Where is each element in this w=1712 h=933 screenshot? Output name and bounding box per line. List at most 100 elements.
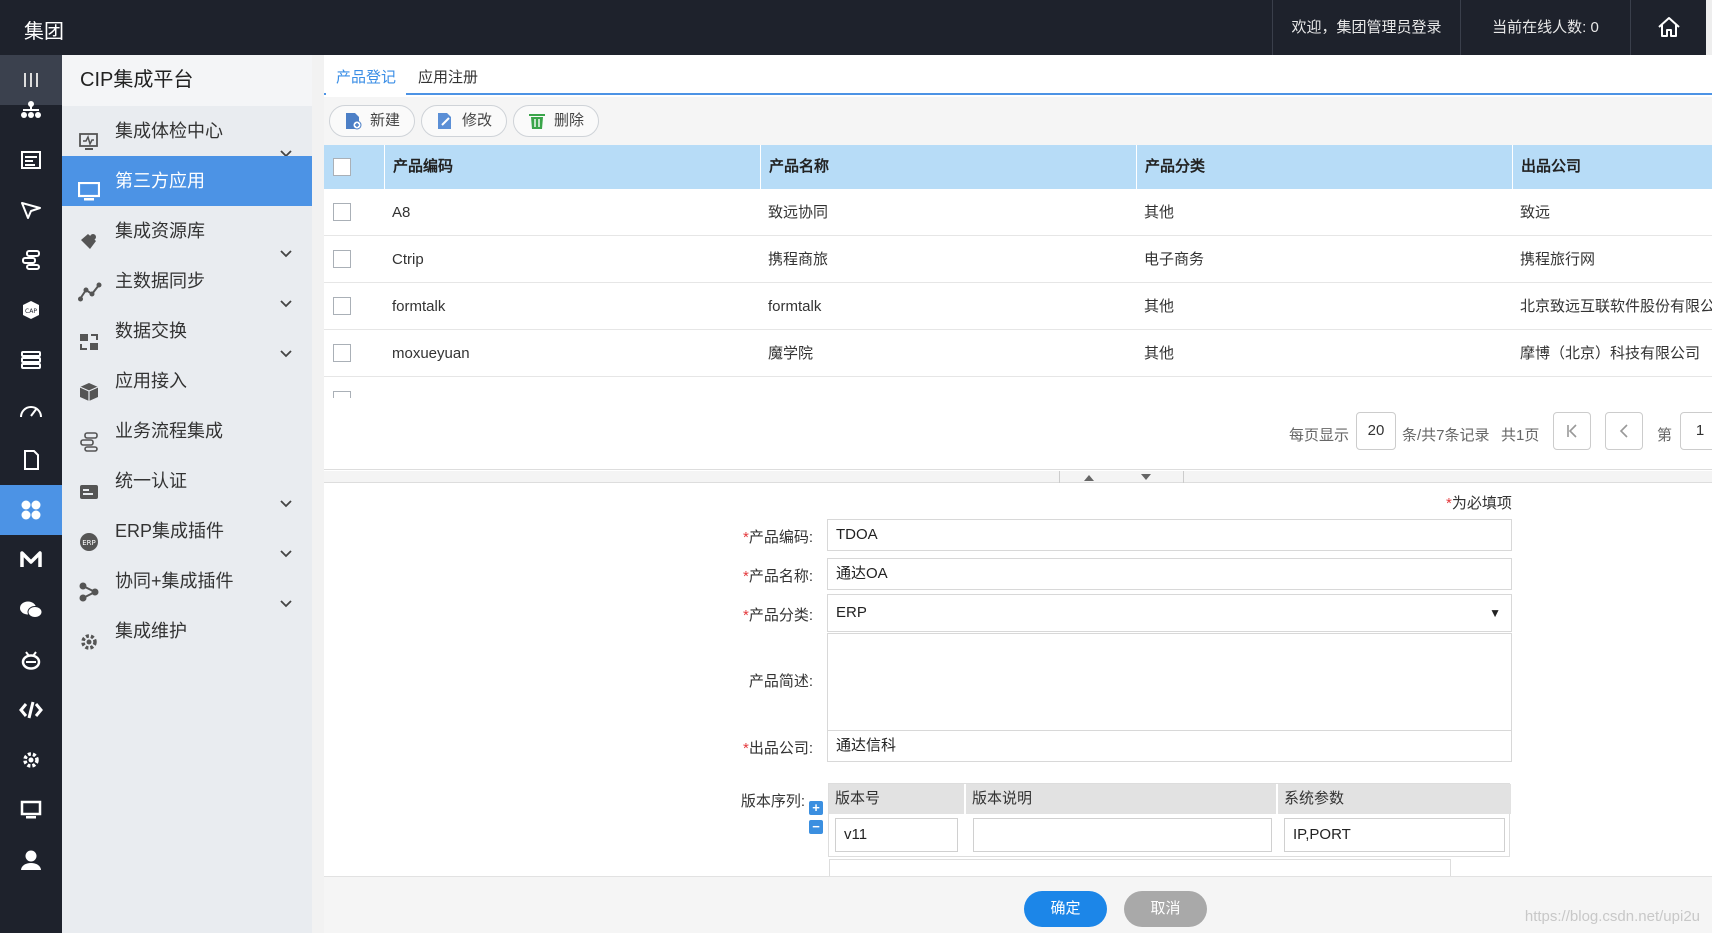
cell-company: 携程旅行网 (1520, 251, 1596, 268)
document-icon[interactable] (0, 435, 62, 485)
svg-text:CAP: CAP (25, 308, 37, 315)
user-icon[interactable] (0, 835, 62, 885)
gear-icon (78, 621, 100, 650)
name-input[interactable]: 通达OA (827, 558, 1512, 590)
chevron-down-icon[interactable] (280, 277, 292, 308)
gauge-icon[interactable] (0, 385, 62, 435)
dropdown-arrow-icon: ▼ (1489, 606, 1501, 620)
row-checkbox[interactable] (333, 203, 351, 221)
sidebar-item[interactable]: 协同+集成插件 (62, 556, 312, 608)
version-note-input[interactable] (973, 818, 1272, 852)
chevron-down-icon[interactable] (280, 527, 292, 558)
edit-icon (438, 113, 451, 129)
col-header-name[interactable]: 产品名称 (760, 145, 1136, 189)
chevron-down-icon[interactable] (280, 477, 292, 508)
delete-button[interactable]: 删除 (513, 105, 600, 137)
chevron-down-icon[interactable] (280, 577, 292, 608)
sidebar-item[interactable]: 集成维护 (62, 606, 312, 656)
home-button[interactable] (1630, 0, 1706, 55)
code-icon[interactable] (0, 685, 62, 735)
edit-button-label: 修改 (462, 112, 493, 129)
collapse-up-icon[interactable] (1083, 474, 1095, 482)
select-all-checkbox[interactable] (333, 158, 351, 176)
sidebar-item[interactable]: 应用接入 (62, 356, 312, 406)
collapse-down-icon[interactable] (1140, 473, 1152, 481)
sidebar-item[interactable]: 统一认证 (62, 456, 312, 508)
col-header-category[interactable]: 产品分类 (1136, 145, 1512, 189)
split-handle[interactable] (1059, 471, 1184, 483)
m-logo-icon[interactable] (0, 535, 62, 585)
remove-row-icon[interactable]: − (809, 820, 823, 834)
company-input[interactable]: 通达信科 (827, 730, 1512, 762)
sidebar-item[interactable]: 业务流程集成 (62, 406, 312, 456)
sidebar-item[interactable]: 集成资源库 (62, 206, 312, 258)
sidebar-item[interactable]: 数据交换 (62, 306, 312, 358)
desc-textarea[interactable] (827, 633, 1512, 731)
code-input[interactable]: TDOA (827, 519, 1512, 551)
row-checkbox[interactable] (333, 391, 351, 398)
robot-icon[interactable] (0, 635, 62, 685)
send-icon[interactable] (0, 185, 62, 235)
splitter[interactable] (324, 471, 1712, 483)
tab-app-register[interactable]: 应用注册 (418, 66, 478, 87)
sidebar-item[interactable]: 主数据同步 (62, 256, 312, 308)
version-number-input[interactable]: v11 (835, 818, 958, 852)
cap-badge-icon[interactable]: CAP (0, 285, 62, 335)
icon-rail: CAP (0, 55, 62, 933)
row-checkbox[interactable] (333, 250, 351, 268)
name-label-text: 产品名称: (748, 568, 813, 585)
stack-icon[interactable] (0, 335, 62, 385)
flow-icon (78, 421, 100, 452)
edit-button[interactable]: 修改 (421, 105, 508, 137)
page-input[interactable]: 1 (1680, 412, 1712, 450)
sidebar-item-label: 第三方应用 (115, 171, 205, 191)
org-chart-icon[interactable] (0, 85, 62, 135)
category-select[interactable]: ERP ▼ (827, 594, 1512, 632)
row-checkbox[interactable] (333, 344, 351, 362)
table-row-partial[interactable] (324, 377, 1712, 398)
share-icon (78, 571, 100, 602)
version-col-number: 版本号 (829, 784, 966, 814)
row-checkbox[interactable] (333, 297, 351, 315)
sidebar-item-label: 统一认证 (115, 471, 187, 491)
form-icon[interactable] (0, 135, 62, 185)
apps-icon[interactable] (0, 485, 62, 535)
cell-code: moxueyuan (392, 345, 470, 362)
table-row[interactable]: formtalk formtalk 其他 北京致远互联软件股份有限公 (324, 283, 1712, 330)
sidebar-item[interactable]: ERP ERP集成插件 (62, 506, 312, 558)
table-row[interactable]: Ctrip 携程商旅 电子商务 携程旅行网 (324, 236, 1712, 283)
sidebar-item-label: 业务流程集成 (115, 421, 223, 441)
version-table: 版本号 版本说明 系统参数 v11 IP,PORT (828, 783, 1511, 857)
col-header-code[interactable]: 产品编码 (384, 145, 760, 189)
col-header-company[interactable]: 出品公司 (1512, 145, 1712, 189)
puzzle-icon (78, 221, 100, 249)
prev-page-button[interactable] (1605, 412, 1643, 450)
chevron-down-icon[interactable] (280, 127, 292, 158)
add-row-icon[interactable]: + (809, 801, 823, 815)
tab-product-register[interactable]: 产品登记 (325, 66, 407, 95)
chevron-down-icon[interactable] (280, 227, 292, 258)
first-page-icon (1567, 424, 1577, 438)
table-row[interactable]: moxueyuan 魔学院 其他 摩博（北京）科技有限公司 (324, 330, 1712, 377)
ok-button[interactable]: 确定 (1024, 891, 1107, 927)
first-page-button[interactable] (1553, 412, 1591, 450)
flow-icon[interactable] (0, 235, 62, 285)
monitor-icon[interactable] (0, 785, 62, 835)
cancel-button[interactable]: 取消 (1124, 891, 1207, 927)
sidebar: CIP集成平台 集成体检中心 第三方应用 集成资源库 主数据同步 数据交换 应用接入 业务流… (62, 55, 312, 933)
cell-category: 电子商务 (1144, 251, 1205, 268)
trash-icon (529, 114, 545, 129)
cube-icon (78, 371, 100, 401)
version-params-input[interactable]: IP,PORT (1284, 818, 1505, 852)
table-row[interactable]: A8 致远协同 其他 致远 (324, 189, 1712, 236)
sidebar-item-label: 主数据同步 (115, 271, 205, 291)
sidebar-item[interactable]: 集成体检中心 (62, 106, 312, 158)
version-table-header: 版本号 版本说明 系统参数 (829, 784, 1511, 814)
sidebar-item[interactable]: 第三方应用 (62, 156, 312, 206)
per-page-input[interactable]: 20 (1356, 412, 1396, 450)
new-button[interactable]: 新建 (329, 105, 416, 137)
wechat-icon[interactable] (0, 585, 62, 635)
chevron-down-icon[interactable] (280, 327, 292, 358)
gear-icon[interactable] (0, 735, 62, 785)
version-col-params: 系统参数 (1284, 790, 1345, 807)
